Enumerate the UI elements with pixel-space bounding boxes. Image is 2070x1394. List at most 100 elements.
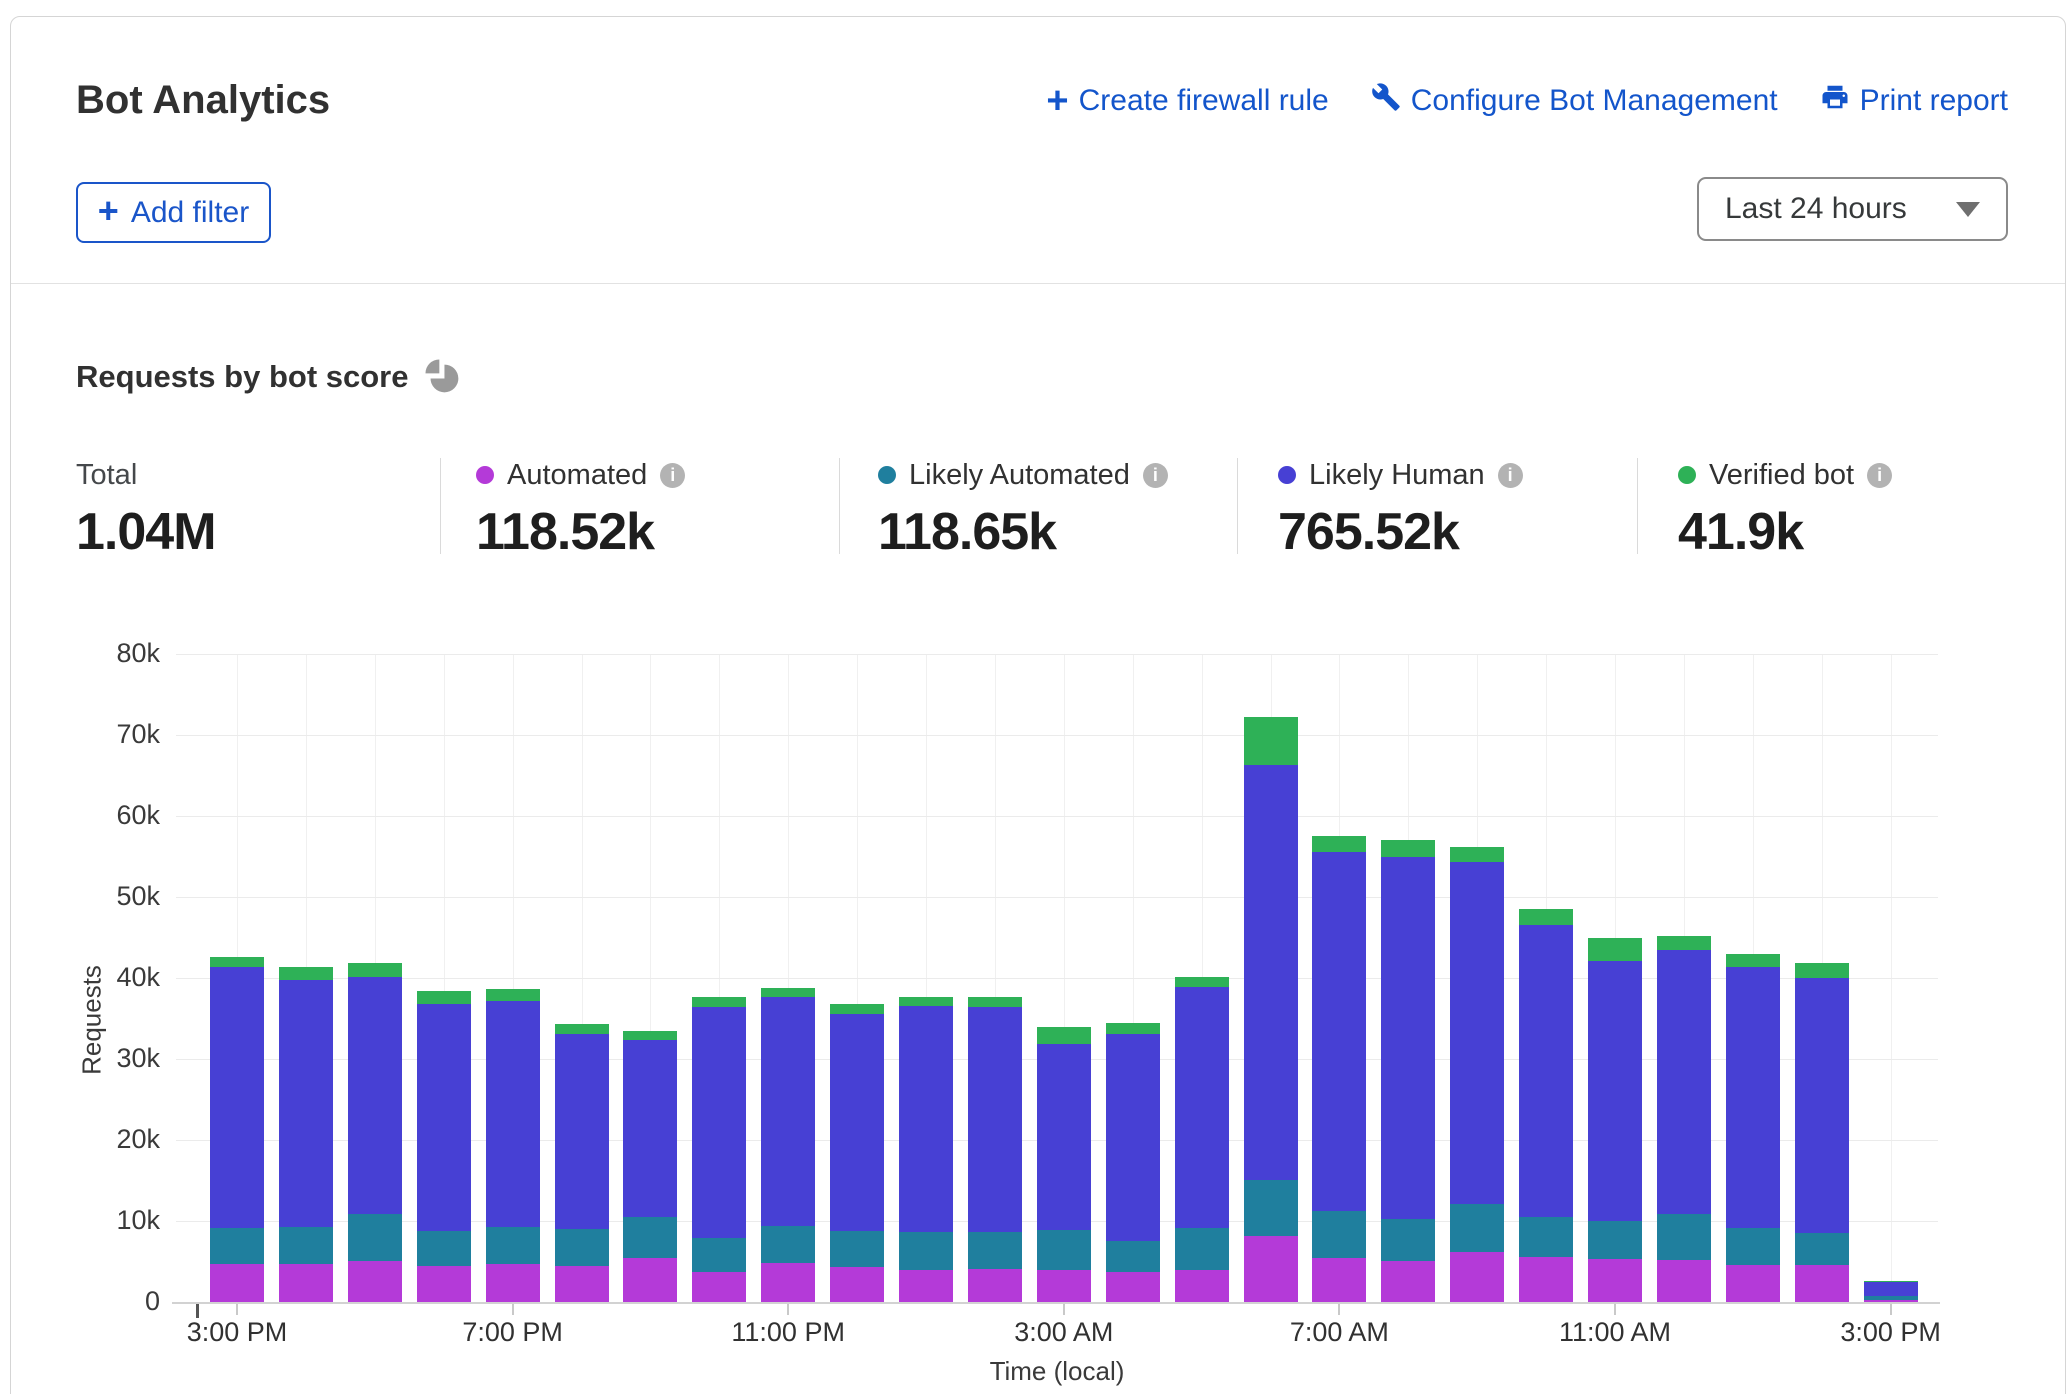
bar-12:00 AM[interactable] bbox=[830, 1004, 884, 1302]
bar-segment-likely-automated[interactable] bbox=[555, 1229, 609, 1265]
bar-segment-likely-human[interactable] bbox=[692, 1007, 746, 1238]
bar-segment-verified-bot[interactable] bbox=[1450, 847, 1504, 862]
bar-segment-verified-bot[interactable] bbox=[348, 963, 402, 977]
bar-segment-likely-human[interactable] bbox=[210, 967, 264, 1228]
bar-4:00 AM[interactable] bbox=[1106, 1023, 1160, 1302]
bar-segment-verified-bot[interactable] bbox=[1175, 977, 1229, 987]
bar-segment-automated[interactable] bbox=[486, 1264, 540, 1302]
bar-segment-verified-bot[interactable] bbox=[1244, 717, 1298, 765]
bar-9:00 PM[interactable] bbox=[623, 1031, 677, 1302]
bar-segment-automated[interactable] bbox=[279, 1264, 333, 1302]
bar-segment-likely-human[interactable] bbox=[1588, 961, 1642, 1221]
bar-segment-verified-bot[interactable] bbox=[830, 1004, 884, 1015]
bar-segment-likely-automated[interactable] bbox=[1450, 1204, 1504, 1252]
bar-segment-verified-bot[interactable] bbox=[1106, 1023, 1160, 1034]
bar-segment-automated[interactable] bbox=[1175, 1270, 1229, 1302]
bar-segment-likely-automated[interactable] bbox=[899, 1232, 953, 1270]
bar-segment-likely-human[interactable] bbox=[623, 1040, 677, 1217]
bar-3:00 PM[interactable] bbox=[210, 957, 264, 1302]
bar-8:00 AM[interactable] bbox=[1381, 840, 1435, 1302]
info-icon[interactable]: i bbox=[660, 463, 685, 488]
bar-1:00 AM[interactable] bbox=[899, 997, 953, 1302]
bar-segment-verified-bot[interactable] bbox=[486, 989, 540, 1002]
info-icon[interactable]: i bbox=[1498, 463, 1523, 488]
bar-segment-verified-bot[interactable] bbox=[761, 988, 815, 997]
bar-segment-likely-human[interactable] bbox=[761, 997, 815, 1225]
bar-1:00 PM[interactable] bbox=[1726, 954, 1780, 1302]
bar-segment-automated[interactable] bbox=[1450, 1252, 1504, 1302]
bar-segment-likely-human[interactable] bbox=[830, 1014, 884, 1230]
bar-segment-automated[interactable] bbox=[417, 1266, 471, 1302]
bar-segment-likely-human[interactable] bbox=[1864, 1282, 1918, 1296]
bar-segment-automated[interactable] bbox=[899, 1270, 953, 1302]
bar-segment-automated[interactable] bbox=[968, 1269, 1022, 1302]
bar-2:00 PM[interactable] bbox=[1795, 963, 1849, 1302]
bar-segment-likely-human[interactable] bbox=[1175, 987, 1229, 1228]
bar-segment-likely-automated[interactable] bbox=[1726, 1228, 1780, 1264]
bar-segment-likely-human[interactable] bbox=[417, 1004, 471, 1231]
bar-segment-verified-bot[interactable] bbox=[692, 997, 746, 1007]
bar-4:00 PM[interactable] bbox=[279, 967, 333, 1302]
bar-segment-automated[interactable] bbox=[1381, 1261, 1435, 1302]
bar-segment-automated[interactable] bbox=[210, 1264, 264, 1302]
bar-segment-likely-automated[interactable] bbox=[486, 1227, 540, 1263]
bar-segment-likely-automated[interactable] bbox=[1106, 1241, 1160, 1272]
bar-9:00 AM[interactable] bbox=[1450, 847, 1504, 1302]
bar-7:00 AM[interactable] bbox=[1312, 836, 1366, 1302]
bar-segment-likely-human[interactable] bbox=[1244, 765, 1298, 1181]
bar-segment-likely-automated[interactable] bbox=[417, 1231, 471, 1267]
bar-segment-likely-automated[interactable] bbox=[1037, 1230, 1091, 1270]
configure-bot-management-link[interactable]: Configure Bot Management bbox=[1371, 82, 1778, 120]
bar-segment-automated[interactable] bbox=[1657, 1260, 1711, 1302]
bar-segment-likely-human[interactable] bbox=[1037, 1044, 1091, 1230]
time-range-dropdown[interactable]: Last 24 hours bbox=[1697, 177, 2008, 241]
bar-11:00 PM[interactable] bbox=[761, 988, 815, 1302]
bar-segment-likely-automated[interactable] bbox=[279, 1227, 333, 1263]
bar-segment-likely-human[interactable] bbox=[1106, 1034, 1160, 1241]
bar-segment-likely-human[interactable] bbox=[1381, 857, 1435, 1219]
bar-segment-likely-human[interactable] bbox=[1795, 978, 1849, 1233]
bar-segment-automated[interactable] bbox=[1864, 1300, 1918, 1302]
bar-segment-verified-bot[interactable] bbox=[279, 967, 333, 979]
bar-segment-likely-human[interactable] bbox=[899, 1006, 953, 1231]
info-icon[interactable]: i bbox=[1867, 463, 1892, 488]
bar-segment-likely-automated[interactable] bbox=[1244, 1180, 1298, 1236]
bar-segment-likely-automated[interactable] bbox=[761, 1226, 815, 1263]
bar-segment-likely-human[interactable] bbox=[279, 980, 333, 1228]
bar-segment-verified-bot[interactable] bbox=[1037, 1027, 1091, 1043]
bar-segment-automated[interactable] bbox=[1519, 1257, 1573, 1302]
bar-segment-likely-human[interactable] bbox=[968, 1007, 1022, 1232]
bar-10:00 PM[interactable] bbox=[692, 997, 746, 1302]
bar-segment-verified-bot[interactable] bbox=[1519, 909, 1573, 925]
bar-segment-verified-bot[interactable] bbox=[1726, 954, 1780, 967]
bar-segment-automated[interactable] bbox=[761, 1263, 815, 1302]
bar-segment-automated[interactable] bbox=[348, 1261, 402, 1302]
bar-segment-verified-bot[interactable] bbox=[1795, 963, 1849, 978]
create-firewall-rule-link[interactable]: + Create firewall rule bbox=[1046, 84, 1328, 118]
bar-2:00 AM[interactable] bbox=[968, 997, 1022, 1302]
bar-segment-verified-bot[interactable] bbox=[899, 997, 953, 1006]
bar-12:00 PM[interactable] bbox=[1657, 936, 1711, 1302]
bar-segment-likely-human[interactable] bbox=[348, 977, 402, 1214]
bar-segment-automated[interactable] bbox=[1726, 1265, 1780, 1302]
bar-segment-verified-bot[interactable] bbox=[623, 1031, 677, 1040]
bar-segment-verified-bot[interactable] bbox=[417, 991, 471, 1004]
bar-5:00 AM[interactable] bbox=[1175, 977, 1229, 1302]
bar-segment-likely-automated[interactable] bbox=[1657, 1214, 1711, 1260]
bar-segment-automated[interactable] bbox=[1244, 1236, 1298, 1302]
bar-segment-verified-bot[interactable] bbox=[555, 1024, 609, 1034]
bar-segment-likely-human[interactable] bbox=[1450, 862, 1504, 1204]
bar-segment-likely-automated[interactable] bbox=[968, 1232, 1022, 1268]
bar-10:00 AM[interactable] bbox=[1519, 909, 1573, 1302]
bar-segment-verified-bot[interactable] bbox=[1588, 938, 1642, 961]
bar-segment-likely-human[interactable] bbox=[486, 1001, 540, 1227]
bar-segment-likely-automated[interactable] bbox=[1588, 1221, 1642, 1259]
bar-segment-likely-human[interactable] bbox=[1657, 950, 1711, 1214]
bar-segment-likely-human[interactable] bbox=[1519, 925, 1573, 1217]
bar-segment-automated[interactable] bbox=[623, 1258, 677, 1302]
bar-segment-verified-bot[interactable] bbox=[1381, 840, 1435, 857]
bar-segment-automated[interactable] bbox=[555, 1266, 609, 1302]
bar-segment-automated[interactable] bbox=[692, 1272, 746, 1302]
bar-segment-likely-automated[interactable] bbox=[348, 1214, 402, 1262]
bar-segment-likely-automated[interactable] bbox=[692, 1238, 746, 1272]
